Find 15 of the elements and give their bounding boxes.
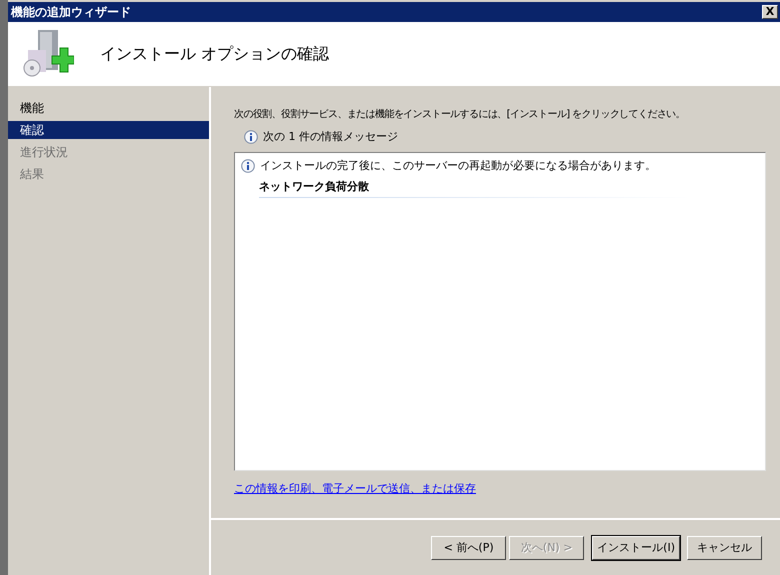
wizard-button[interactable]: キャンセル bbox=[687, 536, 762, 560]
save-info-link[interactable]: この情報を印刷、電子メールで送信、または保存 bbox=[234, 481, 476, 496]
wizard-button[interactable]: インストール(I) bbox=[592, 536, 680, 560]
info-message: インストールの完了後に、このサーバーの再起動が必要になる場合があります。 bbox=[260, 158, 656, 173]
page-title: インストール オプションの確認 bbox=[100, 44, 330, 64]
info-summary: 次の 1 件の情報メッセージ bbox=[263, 129, 398, 144]
close-button[interactable]: X bbox=[762, 5, 778, 19]
sidebar-item[interactable]: 確認 bbox=[8, 121, 209, 139]
sidebar-item[interactable]: 機能 bbox=[8, 99, 209, 117]
info-icon bbox=[241, 158, 255, 172]
instruction-text: 次の役割、役割サービス、または機能をインストールするには、[インストール] をクリックしてください。 bbox=[234, 108, 686, 121]
feature-heading: ネットワーク負荷分散 bbox=[259, 179, 693, 198]
info-icon bbox=[244, 130, 258, 144]
wizard-button[interactable]: < 前へ(P) bbox=[431, 536, 506, 560]
window-title: 機能の追加ウィザード bbox=[11, 4, 131, 20]
